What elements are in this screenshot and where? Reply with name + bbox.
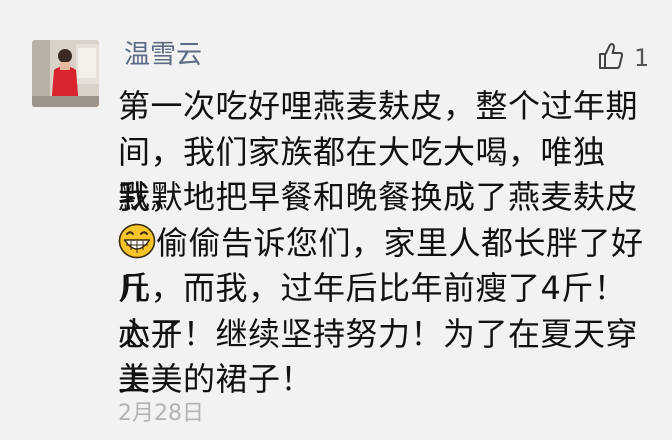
grin-emoji-icon xyxy=(118,223,156,259)
avatar[interactable] xyxy=(32,40,99,107)
comment-line: 间，我们家族都在大吃大喝，唯独我， xyxy=(118,130,658,217)
comment-line: 第一次吃好哩燕麦麸皮，整个过年期 xyxy=(118,84,658,130)
like-button[interactable]: 1 xyxy=(598,40,649,76)
comment-line: 斤，而我，过年后比年前瘦了4斤！太开 xyxy=(118,266,658,353)
comment-line-text: 美美的裙子！ xyxy=(118,360,314,398)
comment-line: 美美的裙子！ xyxy=(118,357,658,403)
comment-line-text: 默默地把早餐和晚餐换成了燕麦麸皮 xyxy=(118,178,639,216)
comment-item: 温雪云 1 第一次吃好哩燕麦麸皮，整个过年期间，我们家族都在大吃大喝，唯独我，默… xyxy=(0,0,672,440)
comment-date: 2月28日 xyxy=(118,401,204,426)
thumbs-up-icon xyxy=(598,42,624,74)
comment-line: 心了！继续坚持努力！为了在夏天穿上 xyxy=(118,312,658,399)
comment-line: 默默地把早餐和晚餐换成了燕麦麸皮 xyxy=(118,175,658,258)
like-count: 1 xyxy=(634,44,650,72)
comment-text: 第一次吃好哩燕麦麸皮，整个过年期间，我们家族都在大吃大喝，唯独我， 默默地把早餐和… xyxy=(118,84,658,403)
comment-line: 偷偷告诉您们，家里人都长胖了好几 xyxy=(118,221,658,307)
comment-line-text: 第一次吃好哩燕麦麸皮，整个过年期 xyxy=(118,87,639,125)
username[interactable]: 温雪云 xyxy=(124,38,202,72)
